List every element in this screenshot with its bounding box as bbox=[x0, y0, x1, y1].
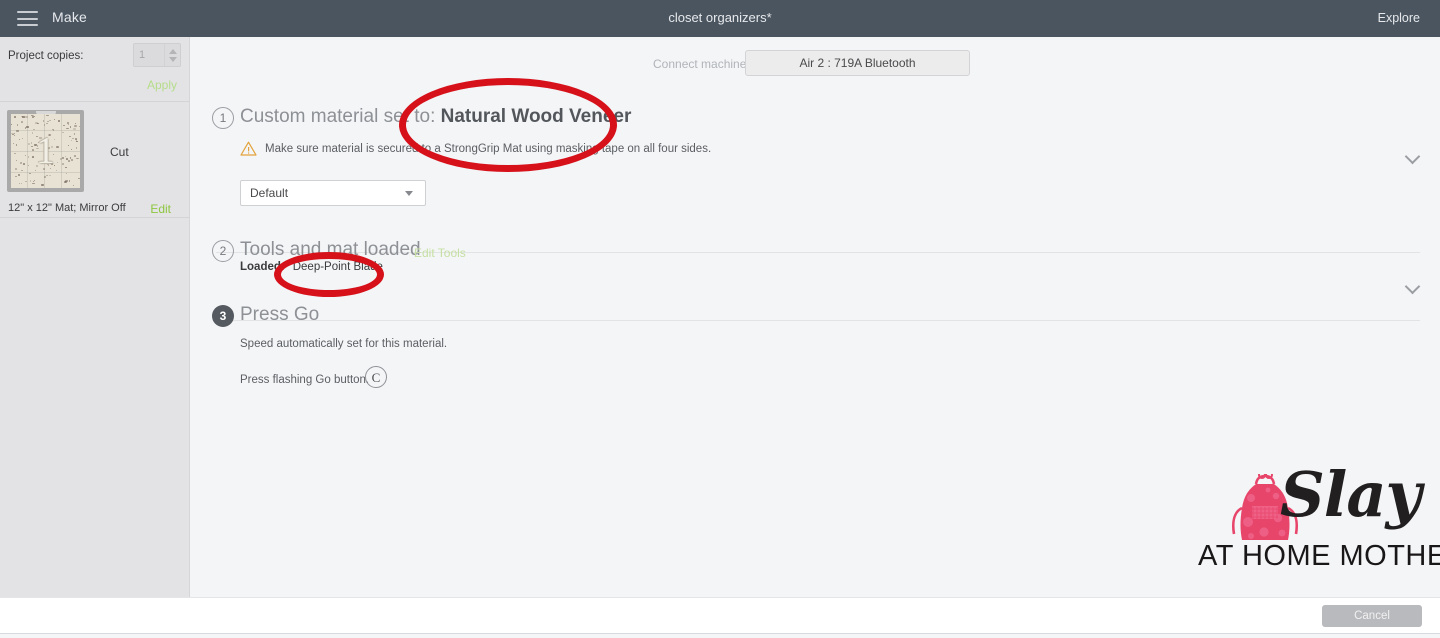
bottom-strip bbox=[0, 634, 1440, 638]
texture-speck bbox=[43, 175, 46, 178]
step-2-loaded-row: Loaded: Deep-Point Blade bbox=[240, 261, 383, 273]
step-3-speed-text: Speed automatically set for this materia… bbox=[240, 338, 448, 350]
texture-speck bbox=[26, 126, 29, 128]
main-panel: Connect machine Air 2 : 719A Bluetooth 1… bbox=[190, 37, 1440, 597]
bottom-bar: Cancel bbox=[0, 597, 1440, 634]
step-1-material-name: Natural Wood Veneer bbox=[440, 106, 632, 127]
texture-speck bbox=[75, 123, 77, 125]
texture-speck bbox=[30, 180, 31, 182]
step-3-section: 3 Press Go Speed automatically set for t… bbox=[190, 300, 1440, 480]
step-1-warning-row: Make sure material is secured to a Stron… bbox=[240, 141, 711, 156]
stepper-arrows[interactable] bbox=[164, 44, 180, 66]
texture-speck bbox=[72, 184, 75, 186]
mat-thumbnail[interactable]: 1 bbox=[7, 110, 84, 192]
texture-speck bbox=[14, 115, 16, 118]
texture-speck bbox=[57, 120, 61, 122]
texture-speck bbox=[53, 118, 55, 121]
texture-speck bbox=[68, 179, 70, 182]
project-copies-stepper[interactable]: 1 bbox=[133, 43, 181, 67]
step-2-collapse-chevron-down-icon[interactable] bbox=[1406, 280, 1420, 294]
stepper-increment-icon[interactable] bbox=[168, 48, 177, 54]
mat-preview-canvas: 1 bbox=[11, 114, 80, 188]
texture-speck bbox=[29, 173, 31, 175]
texture-speck bbox=[11, 123, 13, 125]
project-copies-panel: Project copies: 1 Apply bbox=[0, 37, 189, 102]
texture-speck bbox=[15, 176, 18, 178]
texture-speck bbox=[32, 182, 35, 184]
texture-speck bbox=[33, 129, 36, 130]
cancel-button[interactable]: Cancel bbox=[1322, 605, 1422, 627]
material-setting-value: Default bbox=[250, 186, 289, 200]
mat-info-label: 12" x 12" Mat; Mirror Off bbox=[8, 202, 126, 214]
mat-operation-label: Cut bbox=[110, 145, 129, 159]
texture-speck bbox=[24, 127, 26, 129]
step-2-title: Tools and mat loaded bbox=[240, 239, 421, 260]
texture-speck bbox=[34, 115, 36, 117]
mat-edit-link[interactable]: Edit bbox=[150, 202, 171, 216]
step-2-number: 2 bbox=[212, 240, 234, 262]
step-3-title: Press Go bbox=[240, 304, 320, 325]
texture-speck bbox=[43, 124, 46, 126]
texture-speck bbox=[45, 175, 49, 176]
step-3-press-text: Press flashing Go button. bbox=[240, 374, 370, 386]
texture-speck bbox=[46, 115, 50, 117]
edit-tools-link[interactable]: Edit Tools bbox=[414, 246, 466, 260]
texture-speck bbox=[41, 184, 44, 187]
apply-button[interactable]: Apply bbox=[147, 78, 177, 92]
texture-speck bbox=[73, 125, 77, 128]
explore-button[interactable]: Explore bbox=[1378, 11, 1420, 25]
texture-speck bbox=[70, 125, 71, 128]
step-1-section: 1 Custom material set to: Natural Wood V… bbox=[190, 97, 1440, 253]
step-1-number: 1 bbox=[212, 107, 234, 129]
project-copies-label: Project copies: bbox=[8, 50, 84, 62]
texture-speck bbox=[64, 181, 67, 184]
texture-speck bbox=[17, 124, 19, 127]
connect-machine-label: Connect machine bbox=[653, 57, 747, 71]
texture-speck bbox=[20, 183, 22, 184]
chevron-down-icon[interactable] bbox=[405, 190, 413, 196]
loaded-label: Loaded: bbox=[240, 261, 285, 273]
texture-speck bbox=[66, 128, 69, 130]
step-1-title: Custom material set to: Natural Wood Ven… bbox=[240, 106, 631, 128]
cricut-c-glyph: C bbox=[371, 369, 381, 385]
step-1-collapse-chevron-down-icon[interactable] bbox=[1406, 150, 1420, 164]
texture-speck bbox=[49, 174, 52, 177]
stepper-decrement-icon[interactable] bbox=[168, 56, 177, 62]
texture-speck bbox=[45, 123, 49, 125]
step-3-number: 3 bbox=[212, 305, 234, 327]
cricut-go-button-icon[interactable]: C bbox=[365, 366, 387, 388]
texture-speck bbox=[18, 182, 20, 184]
texture-speck bbox=[63, 124, 66, 126]
texture-speck bbox=[31, 114, 34, 116]
mat-number-label: 1 bbox=[36, 130, 55, 172]
top-bar: Make closet organizers* Explore bbox=[0, 0, 1440, 37]
step-1-title-prefix: Custom material set to: bbox=[240, 106, 436, 127]
texture-speck bbox=[17, 174, 21, 176]
left-sidebar: Project copies: 1 Apply 1 Cut 12" x 12" … bbox=[0, 37, 190, 597]
machine-selector-button[interactable]: Air 2 : 719A Bluetooth bbox=[745, 50, 970, 76]
texture-speck bbox=[78, 125, 80, 128]
texture-speck bbox=[25, 180, 27, 182]
warning-triangle-icon bbox=[240, 141, 257, 156]
mat-list-item[interactable]: 1 Cut 12" x 12" Mat; Mirror Off Edit bbox=[0, 102, 189, 218]
texture-speck bbox=[49, 119, 51, 121]
texture-speck bbox=[35, 121, 38, 124]
texture-speck bbox=[32, 116, 35, 119]
texture-speck bbox=[20, 121, 23, 124]
project-title: closet organizers* bbox=[668, 10, 772, 25]
texture-speck bbox=[46, 120, 49, 122]
step-1-warning-text: Make sure material is secured to a Stron… bbox=[265, 142, 712, 155]
texture-speck bbox=[65, 172, 67, 174]
project-copies-value[interactable]: 1 bbox=[134, 49, 164, 61]
loaded-tool-value: Deep-Point Blade bbox=[292, 261, 383, 273]
material-setting-select[interactable]: Default bbox=[240, 180, 426, 206]
texture-speck bbox=[77, 177, 80, 179]
texture-speck bbox=[67, 123, 69, 126]
connect-machine-row: Connect machine Air 2 : 719A Bluetooth bbox=[190, 45, 1440, 83]
